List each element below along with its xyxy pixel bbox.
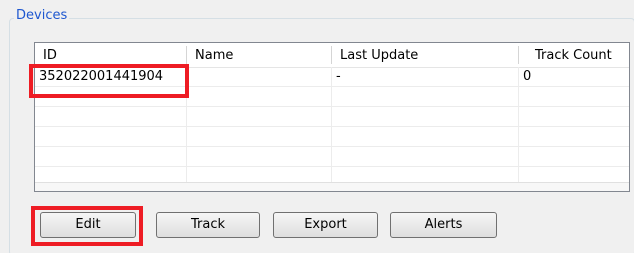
empty-row — [35, 147, 629, 167]
table-row[interactable]: 352022001441904 - 0 — [35, 67, 629, 87]
column-header-label: Last Update — [340, 48, 419, 63]
empty-cell — [519, 147, 629, 167]
cell-last-update: - — [332, 67, 519, 87]
empty-cell — [332, 147, 519, 167]
column-header-name[interactable]: Name — [187, 43, 332, 67]
empty-cell — [187, 87, 332, 107]
column-header-label: Name — [195, 48, 234, 63]
empty-cell — [35, 127, 187, 147]
empty-cell — [187, 147, 332, 167]
devices-list[interactable]: ID Name Last Update Track Count 35202200… — [34, 42, 630, 192]
empty-row — [35, 107, 629, 127]
alerts-button[interactable]: Alerts — [390, 212, 497, 238]
empty-cell — [187, 107, 332, 127]
cell-id: 352022001441904 — [35, 67, 187, 87]
empty-cell — [35, 107, 187, 127]
devices-group-title: Devices — [14, 8, 70, 24]
empty-cell — [332, 87, 519, 107]
empty-cell — [519, 127, 629, 147]
column-header-label: Track Count — [535, 48, 612, 63]
track-button[interactable]: Track — [156, 212, 260, 238]
empty-cell — [519, 87, 629, 107]
cell-name — [187, 67, 332, 87]
empty-row — [35, 87, 629, 107]
column-header-track-count[interactable]: Track Count — [519, 43, 629, 67]
list-header: ID Name Last Update Track Count — [35, 43, 629, 68]
column-header-label: ID — [43, 48, 57, 63]
empty-row — [35, 127, 629, 147]
empty-cell — [187, 127, 332, 147]
empty-cell — [332, 127, 519, 147]
horizontal-scrollbar[interactable] — [35, 182, 629, 191]
export-button[interactable]: Export — [273, 212, 378, 238]
empty-cell — [519, 107, 629, 127]
empty-cell — [332, 107, 519, 127]
devices-panel: Devices ID Name Last Update Track Count … — [0, 0, 634, 253]
empty-cell — [35, 87, 187, 107]
empty-cell — [35, 147, 187, 167]
cell-track-count: 0 — [519, 67, 629, 87]
edit-button[interactable]: Edit — [40, 212, 136, 238]
column-header-id[interactable]: ID — [35, 43, 187, 67]
column-header-last-update[interactable]: Last Update — [332, 43, 519, 67]
